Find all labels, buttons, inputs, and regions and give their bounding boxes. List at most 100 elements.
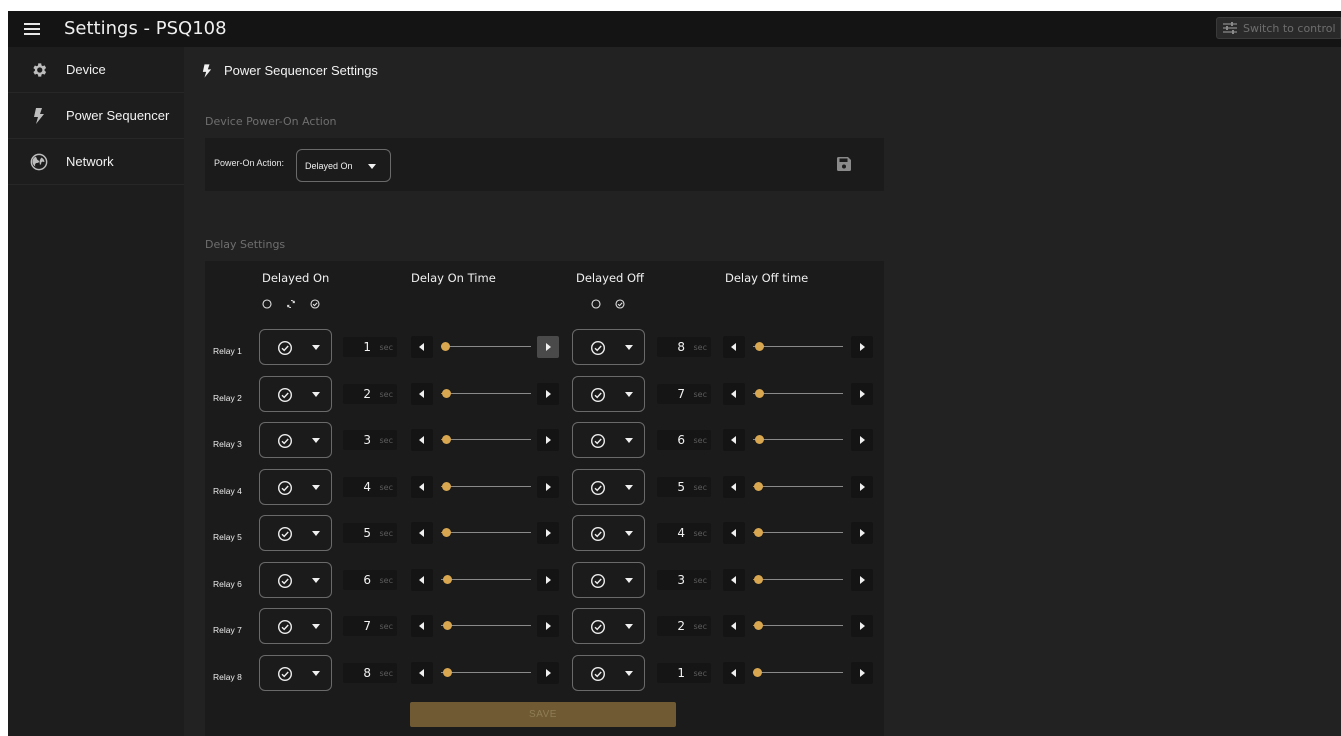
sidebar-item-power-sequencer[interactable]: Power Sequencer bbox=[8, 93, 184, 139]
slider-thumb[interactable] bbox=[753, 667, 763, 677]
delayed-on-mode-select[interactable] bbox=[259, 608, 332, 644]
delayed-off-mode-select[interactable] bbox=[572, 422, 645, 458]
slider-thumb[interactable] bbox=[442, 528, 452, 537]
delay-off-decrement-button[interactable] bbox=[723, 522, 745, 544]
delay-off-time-input[interactable]: 4 sec bbox=[657, 523, 711, 543]
delay-off-time-input[interactable]: 7 sec bbox=[657, 383, 711, 404]
slider-thumb[interactable] bbox=[754, 435, 764, 444]
delay-off-time-input[interactable]: 2 sec bbox=[657, 616, 711, 636]
delay-on-time-slider[interactable] bbox=[441, 430, 531, 450]
delay-on-time-slider[interactable] bbox=[441, 616, 531, 636]
slider-thumb[interactable] bbox=[754, 481, 764, 491]
delay-off-time-input[interactable]: 6 sec bbox=[657, 430, 711, 450]
delay-on-time-slider[interactable] bbox=[441, 384, 531, 404]
delay-on-increment-button[interactable] bbox=[537, 336, 559, 358]
delay-on-increment-button[interactable] bbox=[537, 568, 559, 591]
delay-off-time-slider[interactable] bbox=[753, 616, 843, 636]
slider-thumb[interactable] bbox=[754, 528, 764, 537]
delay-on-increment-button[interactable] bbox=[537, 429, 559, 451]
delay-on-time-input[interactable]: 4 sec bbox=[343, 476, 397, 497]
slider-thumb[interactable] bbox=[753, 621, 763, 630]
delay-on-time-slider[interactable] bbox=[441, 337, 531, 357]
delay-off-decrement-button[interactable] bbox=[723, 661, 745, 684]
delayed-off-mode-select[interactable] bbox=[572, 329, 645, 365]
delayed-off-mode-select[interactable] bbox=[572, 608, 645, 644]
delay-off-increment-button[interactable] bbox=[851, 336, 873, 358]
slider-thumb[interactable] bbox=[754, 388, 764, 398]
delay-off-time-slider[interactable] bbox=[753, 477, 843, 497]
delayed-on-mode-select[interactable] bbox=[259, 422, 332, 458]
slider-thumb[interactable] bbox=[441, 388, 451, 398]
delay-off-time-slider[interactable] bbox=[753, 570, 843, 590]
delay-off-increment-button[interactable] bbox=[851, 382, 873, 405]
slider-thumb[interactable] bbox=[443, 667, 453, 677]
delay-on-decrement-button[interactable] bbox=[411, 429, 433, 451]
delay-on-time-input[interactable]: 7 sec bbox=[343, 616, 397, 636]
delay-on-time-input[interactable]: 2 sec bbox=[343, 383, 397, 404]
delay-off-decrement-button[interactable] bbox=[723, 382, 745, 405]
delay-off-decrement-button[interactable] bbox=[723, 429, 745, 451]
delayed-off-mode-select[interactable] bbox=[572, 468, 645, 505]
delay-on-time-slider[interactable] bbox=[441, 570, 531, 590]
delay-on-increment-button[interactable] bbox=[537, 475, 559, 498]
delay-on-time-input[interactable]: 1 sec bbox=[343, 337, 397, 357]
slider-thumb[interactable] bbox=[753, 574, 763, 584]
delay-off-time-slider[interactable] bbox=[753, 663, 843, 683]
slider-thumb[interactable] bbox=[441, 435, 451, 444]
delay-off-increment-button[interactable] bbox=[851, 475, 873, 498]
delay-off-decrement-button[interactable] bbox=[723, 336, 745, 358]
slider-thumb[interactable] bbox=[755, 342, 765, 351]
delay-off-increment-button[interactable] bbox=[851, 661, 873, 684]
delay-off-time-input[interactable]: 3 sec bbox=[657, 569, 711, 590]
delay-on-increment-button[interactable] bbox=[537, 522, 559, 544]
delay-on-time-input[interactable]: 6 sec bbox=[343, 569, 397, 590]
save-icon[interactable] bbox=[837, 157, 851, 171]
slider-thumb[interactable] bbox=[441, 342, 451, 351]
delayed-on-mode-select[interactable] bbox=[259, 561, 332, 598]
poweron-action-select[interactable]: Delayed On bbox=[296, 149, 391, 182]
hamburger-menu-icon[interactable] bbox=[22, 19, 42, 39]
delay-on-decrement-button[interactable] bbox=[411, 568, 433, 591]
delay-on-increment-button[interactable] bbox=[537, 382, 559, 405]
delay-on-increment-button[interactable] bbox=[537, 615, 559, 637]
delayed-off-mode-select[interactable] bbox=[572, 515, 645, 551]
delay-off-increment-button[interactable] bbox=[851, 429, 873, 451]
delay-on-time-slider[interactable] bbox=[441, 663, 531, 683]
delayed-on-mode-select[interactable] bbox=[259, 515, 332, 551]
delay-on-decrement-button[interactable] bbox=[411, 382, 433, 405]
slider-thumb[interactable] bbox=[442, 481, 452, 491]
delayed-on-mode-select[interactable] bbox=[259, 468, 332, 505]
delayed-on-mode-select[interactable] bbox=[259, 654, 332, 691]
delay-off-increment-button[interactable] bbox=[851, 568, 873, 591]
delayed-off-mode-select[interactable] bbox=[572, 375, 645, 412]
delay-on-decrement-button[interactable] bbox=[411, 661, 433, 684]
delay-off-time-slider[interactable] bbox=[753, 384, 843, 404]
delay-off-time-slider[interactable] bbox=[753, 523, 843, 543]
delayed-off-mode-select[interactable] bbox=[572, 654, 645, 691]
delay-on-decrement-button[interactable] bbox=[411, 336, 433, 358]
sidebar-item-network[interactable]: Network bbox=[8, 139, 184, 185]
delay-off-time-input[interactable]: 5 sec bbox=[657, 476, 711, 497]
delay-off-time-input[interactable]: 1 sec bbox=[657, 662, 711, 683]
delayed-off-mode-select[interactable] bbox=[572, 561, 645, 598]
slider-thumb[interactable] bbox=[442, 574, 452, 584]
delay-on-decrement-button[interactable] bbox=[411, 522, 433, 544]
delay-on-decrement-button[interactable] bbox=[411, 615, 433, 637]
delay-on-time-input[interactable]: 5 sec bbox=[343, 523, 397, 543]
delayed-on-mode-select[interactable] bbox=[259, 375, 332, 412]
slider-thumb[interactable] bbox=[442, 621, 452, 630]
delay-off-increment-button[interactable] bbox=[851, 615, 873, 637]
delay-off-decrement-button[interactable] bbox=[723, 475, 745, 498]
delay-on-time-slider[interactable] bbox=[441, 477, 531, 497]
sidebar-item-device[interactable]: Device bbox=[8, 47, 184, 93]
delay-off-decrement-button[interactable] bbox=[723, 568, 745, 591]
delay-on-time-slider[interactable] bbox=[441, 523, 531, 543]
delay-on-increment-button[interactable] bbox=[537, 661, 559, 684]
delay-off-increment-button[interactable] bbox=[851, 522, 873, 544]
delay-off-time-slider[interactable] bbox=[753, 337, 843, 357]
delay-off-decrement-button[interactable] bbox=[723, 615, 745, 637]
delay-on-time-input[interactable]: 8 sec bbox=[343, 662, 397, 683]
delayed-on-mode-select[interactable] bbox=[259, 329, 332, 365]
delay-off-time-input[interactable]: 8 sec bbox=[657, 337, 711, 357]
delay-on-time-input[interactable]: 3 sec bbox=[343, 430, 397, 450]
